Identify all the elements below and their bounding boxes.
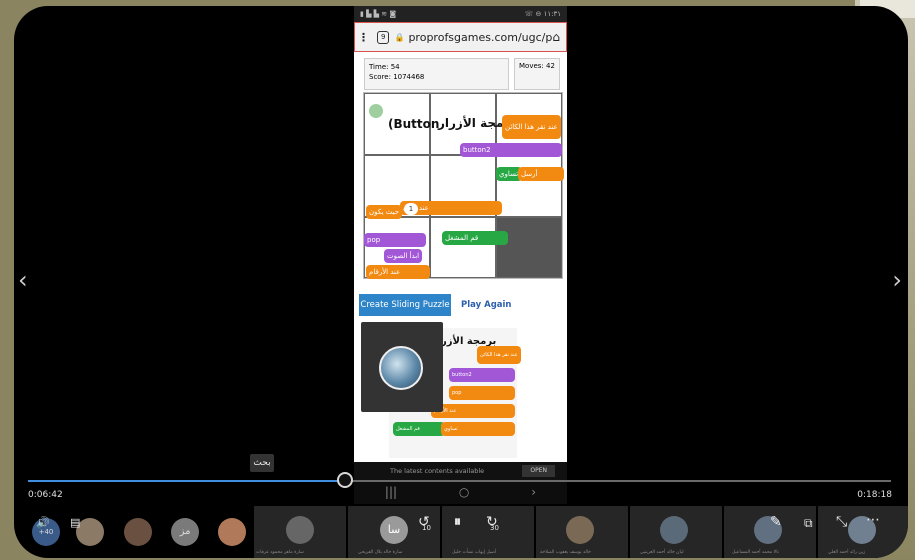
recents-icon[interactable]: ||| [385, 485, 397, 499]
presenter-video-thumbnail [361, 322, 443, 412]
captions-icon[interactable]: ▤ [70, 516, 80, 529]
puzzle-tile[interactable] [430, 217, 496, 278]
participant-tile[interactable]: زين رائد أحمد العلي [818, 506, 908, 558]
total-duration: 0:18:18 [857, 490, 892, 500]
minimize-icon[interactable]: ⤡ [836, 514, 847, 530]
menu-icon[interactable]: ⋮ [355, 31, 372, 44]
next-arrow-icon[interactable]: › [892, 268, 902, 292]
phone-status-bar: ▮ ▙ ▙ ≋ ◙ ☏ ⊖ ١١:٣١ [354, 6, 567, 22]
puzzle-title-en: (Button [388, 117, 440, 131]
home-icon[interactable]: ⌂ [552, 30, 560, 44]
number-input-block: 1 [404, 203, 418, 215]
code-block: أرسل [518, 167, 564, 181]
more-options-icon[interactable]: ⋯ [866, 512, 880, 528]
create-sliding-puzzle-button[interactable]: Create Sliding Puzzle [359, 294, 451, 316]
code-block: button2 [449, 368, 515, 382]
open-button[interactable]: OPEN [522, 465, 555, 477]
seek-progress [28, 480, 344, 482]
lock-icon: 🔒 [394, 32, 405, 42]
url-text[interactable]: proprofsgames.com/ugc/p [408, 31, 552, 44]
skip-back-label: 10 [422, 524, 431, 532]
code-block: عند نقر هذا الكائن [502, 115, 561, 139]
browser-address-bar[interactable]: ⋮ 9 🔒 proprofsgames.com/ugc/p ⌂ [354, 22, 567, 52]
participant-name: أصيل إيهاب نشأت خليل [452, 550, 497, 555]
back-icon[interactable]: › [531, 485, 536, 499]
skip-forward-label: 30 [490, 524, 499, 532]
participant-name: زين رائد أحمد العلي [828, 550, 866, 555]
tabs-icon[interactable]: 9 [377, 30, 390, 44]
score-panel: Time: 54 Score: 1074468 [364, 58, 509, 90]
picture-in-picture-icon[interactable]: ⧉ [804, 516, 813, 531]
empty-puzzle-slot [496, 217, 562, 278]
code-block: قم المشغل [393, 422, 445, 436]
puzzle-tile[interactable] [496, 155, 562, 217]
pause-icon[interactable]: ⏸ [454, 514, 461, 530]
code-block: button2 [460, 143, 562, 157]
seek-handle[interactable] [336, 472, 353, 488]
pen-icon[interactable]: ✎ [770, 514, 782, 530]
participant-name: سارة ماهر محمود عرفات [256, 550, 304, 555]
seek-bar[interactable] [28, 480, 891, 482]
participant-name: خالد يوسف يعقوب الصلاحة [540, 550, 591, 555]
latest-contents-text: The latest contents available [390, 467, 485, 475]
presenter-avatar [379, 346, 423, 390]
code-block: حيث يكون [366, 205, 403, 219]
participant-name: سارة خالد بلال الفريحي [358, 550, 403, 555]
participant-tile[interactable]: سارة ماهر محمود عرفات [254, 506, 346, 558]
code-block: تساوي [441, 422, 515, 436]
avatar: سا [380, 516, 408, 544]
code-block: عند الأرقام [431, 404, 515, 418]
avatar[interactable] [218, 518, 246, 546]
moves-label: Moves: 42 [514, 58, 560, 90]
code-block: قم المشغل [442, 231, 508, 245]
participants-control-bar: سارة ماهر محمود عرفات سا سارة خالد بلال ا… [14, 506, 908, 558]
status-icons-left: ▮ ▙ ▙ ≋ ◙ [360, 10, 397, 18]
video-frame: ‹ › ▮ ▙ ▙ ≋ ◙ ☏ ⊖ ١١:٣١ ⋮ 9 🔒 proprofsga… [14, 6, 908, 558]
phone-nav-bar: ||| ○ › [354, 480, 567, 504]
shared-phone-screen: ▮ ▙ ▙ ≋ ◙ ☏ ⊖ ١١:٣١ ⋮ 9 🔒 proprofsgames.… [354, 6, 567, 480]
participant-name: تالا محمد أحمد المساعيل [732, 550, 779, 555]
seek-tooltip: بحث [250, 454, 274, 472]
latest-contents-banner: The latest contents available OPEN [354, 462, 567, 480]
participant-tile[interactable]: ليان خالد أحمد العرينيي [630, 506, 722, 558]
code-block: pop [364, 233, 426, 247]
status-icons-right: ☏ ⊖ ١١:٣١ [524, 10, 561, 18]
sliding-puzzle-board: (Button برمجة الأزرار عند نقر هذا الكائن… [363, 92, 564, 279]
play-again-link[interactable]: Play Again [461, 294, 511, 316]
volume-icon[interactable]: 🔊 [36, 516, 50, 529]
score-label: Score: 1074468 [369, 73, 425, 81]
code-block: عند نقر هذا الكائن [477, 346, 521, 364]
code-block: ابدأ الصوت [384, 249, 423, 263]
previous-arrow-icon[interactable]: ‹ [18, 268, 28, 292]
participant-tile[interactable]: خالد يوسف يعقوب الصلاحة [536, 506, 628, 558]
time-label: Time: 54 [369, 63, 400, 71]
avatar[interactable]: مز [171, 518, 199, 546]
elapsed-time: 0:06:42 [28, 490, 63, 500]
home-button-icon[interactable]: ○ [459, 485, 469, 499]
participant-name: ليان خالد أحمد العرينيي [640, 550, 684, 555]
code-block: pop [449, 386, 515, 400]
code-block: عند الأرقام [366, 265, 430, 279]
avatar[interactable] [124, 518, 152, 546]
